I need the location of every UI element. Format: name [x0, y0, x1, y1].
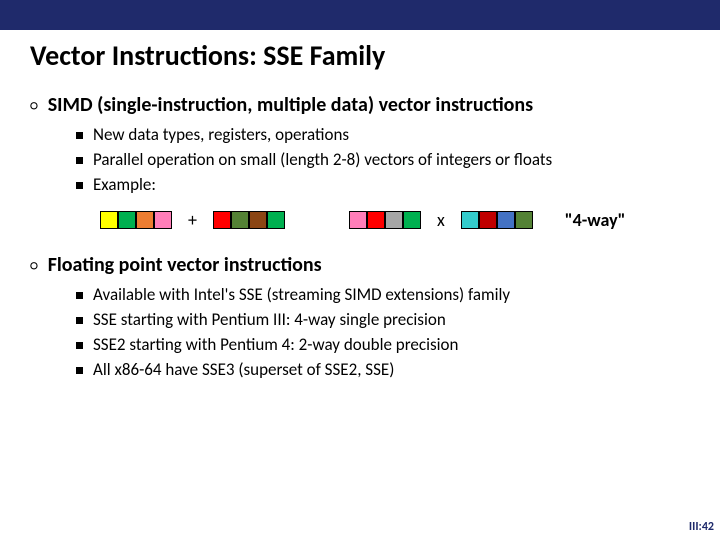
operator-plus: + — [188, 209, 197, 231]
vector-example: + x "4-way" — [100, 209, 690, 231]
vector-cell — [403, 211, 421, 229]
vector-cell — [349, 211, 367, 229]
square-bullet-icon — [76, 367, 83, 374]
section-heading: ○ SIMD (single-instruction, multiple dat… — [30, 93, 690, 118]
list-item-text: SSE2 starting with Pentium 4: 2-way doub… — [93, 334, 458, 357]
slide-content: Vector Instructions: SSE Family ○ SIMD (… — [0, 30, 720, 382]
operator-times: x — [437, 209, 445, 231]
vector-d — [461, 211, 533, 229]
list-item: Parallel operation on small (length 2-8)… — [76, 149, 690, 172]
list-item: Available with Intel's SSE (streaming SI… — [76, 284, 690, 307]
vector-cell — [118, 211, 136, 229]
square-bullet-icon — [76, 292, 83, 299]
vector-cell — [497, 211, 515, 229]
square-bullet-icon — [76, 342, 83, 349]
bullet-group: Available with Intel's SSE (streaming SI… — [76, 284, 690, 382]
slide-number: III:42 — [689, 520, 714, 534]
vector-cell — [367, 211, 385, 229]
square-bullet-icon — [76, 182, 83, 189]
vector-c — [349, 211, 421, 229]
list-item: All x86-64 have SSE3 (superset of SSE2, … — [76, 359, 690, 382]
vector-cell — [385, 211, 403, 229]
list-item-text: Parallel operation on small (length 2-8)… — [93, 149, 552, 172]
four-way-label: "4-way" — [565, 209, 626, 231]
list-item-text: SSE starting with Pentium III: 4-way sin… — [93, 309, 446, 332]
vector-cell — [231, 211, 249, 229]
vector-cell — [249, 211, 267, 229]
circle-bullet-icon: ○ — [30, 97, 38, 114]
bullet-group: New data types, registers, operations Pa… — [76, 124, 690, 197]
section-heading-text: Floating point vector instructions — [48, 253, 322, 278]
vector-a — [100, 211, 172, 229]
vector-cell — [100, 211, 118, 229]
circle-bullet-icon: ○ — [30, 257, 38, 274]
list-item: New data types, registers, operations — [76, 124, 690, 147]
slide-title: Vector Instructions: SSE Family — [30, 38, 690, 73]
list-item: SSE starting with Pentium III: 4-way sin… — [76, 309, 690, 332]
vector-cell — [461, 211, 479, 229]
list-item: Example: — [76, 174, 690, 197]
vector-b — [213, 211, 285, 229]
vector-cell — [213, 211, 231, 229]
list-item-text: Example: — [93, 174, 156, 197]
vector-cell — [267, 211, 285, 229]
vector-cell — [154, 211, 172, 229]
section-heading: ○ Floating point vector instructions — [30, 253, 690, 278]
vector-cell — [136, 211, 154, 229]
list-item-text: Available with Intel's SSE (streaming SI… — [93, 284, 510, 307]
square-bullet-icon — [76, 157, 83, 164]
title-bar — [0, 0, 720, 30]
list-item-text: New data types, registers, operations — [93, 124, 349, 147]
square-bullet-icon — [76, 317, 83, 324]
list-item-text: All x86-64 have SSE3 (superset of SSE2, … — [93, 359, 394, 382]
square-bullet-icon — [76, 132, 83, 139]
vector-cell — [479, 211, 497, 229]
list-item: SSE2 starting with Pentium 4: 2-way doub… — [76, 334, 690, 357]
vector-cell — [515, 211, 533, 229]
section-heading-text: SIMD (single-instruction, multiple data)… — [48, 93, 533, 118]
